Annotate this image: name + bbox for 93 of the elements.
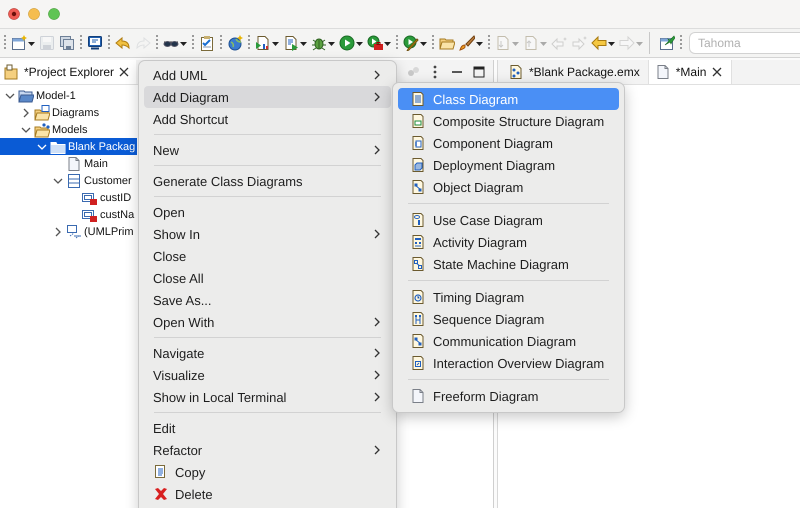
caret-icon[interactable] [476, 41, 483, 47]
caret-icon[interactable] [384, 41, 391, 47]
close-icon[interactable] [711, 66, 724, 78]
folder-icon [34, 122, 50, 138]
menu-item[interactable]: Save As... [144, 289, 391, 311]
diagram-icon [410, 256, 426, 272]
menu-item[interactable]: Add Diagram [144, 86, 391, 108]
menu-item[interactable]: Activity Diagram [398, 231, 619, 253]
tree-item[interactable]: Blank Packag [0, 138, 137, 155]
diagram-icon [410, 157, 426, 173]
diagram-icon [410, 113, 426, 129]
play-icon[interactable] [339, 35, 355, 51]
globe-icon[interactable] [227, 35, 243, 51]
menu-item[interactable]: Edit [144, 417, 391, 439]
caret-icon[interactable] [356, 41, 363, 47]
folder-icon [4, 64, 20, 80]
minimize-button[interactable] [28, 8, 40, 20]
delete-icon [153, 486, 169, 502]
caret-icon[interactable] [328, 41, 335, 47]
close-icon[interactable] [118, 66, 130, 78]
page-icon [654, 64, 671, 80]
menu-item[interactable]: Generate Class Diagrams [144, 170, 391, 192]
tree-item[interactable]: Model-1 [0, 87, 137, 104]
diagram-icon [410, 234, 426, 250]
menu-item[interactable]: New [144, 139, 391, 161]
diagram-icon [410, 289, 426, 305]
clipboard-icon[interactable] [199, 35, 215, 51]
folder-icon [34, 104, 50, 120]
menu-item[interactable]: State Machine Diagram [398, 253, 619, 275]
menu-item[interactable]: Sequence Diagram [398, 308, 619, 330]
menu-item[interactable]: Open [144, 201, 391, 223]
menu-item[interactable]: Visualize [144, 364, 391, 386]
monitor-icon[interactable] [87, 35, 103, 51]
chart-icon[interactable] [255, 35, 271, 51]
diagram-icon [410, 333, 426, 349]
maximize-icon[interactable] [471, 64, 487, 80]
tree-item[interactable]: custID [0, 189, 137, 206]
tree-item[interactable]: Main [0, 155, 137, 172]
menu-item[interactable]: Close [144, 245, 391, 267]
arrow-icon[interactable] [115, 35, 131, 51]
tree-item[interactable]: (UMLPrim [0, 223, 137, 240]
menu-item[interactable]: Close All [144, 267, 391, 289]
menu-item[interactable]: Delete [144, 483, 391, 505]
diagram-icon [410, 91, 426, 107]
menu-item[interactable]: Object Diagram [398, 176, 619, 198]
caret-icon[interactable] [420, 41, 427, 47]
tree-item[interactable]: Customer [0, 172, 137, 189]
diagram-icon [410, 179, 426, 195]
caret-icon[interactable] [272, 41, 279, 47]
tree-item[interactable]: Diagrams [0, 104, 137, 121]
tree-item[interactable]: Models [0, 121, 137, 138]
caret-icon[interactable] [180, 41, 187, 47]
page-icon [66, 156, 82, 172]
diagram-icon [410, 135, 426, 151]
window-icon[interactable] [659, 35, 675, 51]
menu-item[interactable]: Interaction Overview Diagram [398, 352, 619, 374]
menu-item[interactable]: Component Diagram [398, 132, 619, 154]
menu-item[interactable]: Add UML [144, 64, 391, 86]
menu-item[interactable]: Refactor [144, 439, 391, 461]
menu-item[interactable]: Communication Diagram [398, 330, 619, 352]
floppies-icon[interactable] [59, 35, 75, 51]
diagram-icon [410, 311, 426, 327]
window-icon[interactable] [11, 35, 27, 51]
menu-item[interactable]: Show In [144, 223, 391, 245]
play-icon[interactable] [403, 35, 419, 51]
folder-icon [18, 88, 34, 104]
menu-item[interactable]: Show in Local Terminal [144, 386, 391, 408]
page-icon [410, 388, 426, 404]
document-icon[interactable] [283, 35, 299, 51]
menu-item[interactable]: Freeform Diagram [398, 385, 619, 407]
caret-icon[interactable] [300, 41, 307, 47]
menu-item[interactable]: Navigate [144, 342, 391, 364]
diagram-icon [410, 355, 426, 371]
menu-item[interactable]: Open With [144, 311, 391, 333]
brush-icon[interactable] [459, 35, 475, 51]
menu-item[interactable]: Timing Diagram [398, 286, 619, 308]
menu-item[interactable]: Add Shortcut [144, 108, 391, 130]
play-icon[interactable] [367, 35, 383, 51]
menu-item[interactable]: Composite Structure Diagram [398, 110, 619, 132]
editor-tab[interactable]: *Main [648, 60, 732, 84]
diagram-icon [410, 212, 426, 228]
tree-item[interactable]: custNa [0, 206, 137, 223]
zoom-button[interactable] [48, 8, 60, 20]
font-field[interactable]: Tahoma [689, 32, 800, 54]
class-icon [66, 172, 82, 188]
caret-icon[interactable] [28, 41, 35, 47]
caret-icon[interactable] [608, 41, 615, 47]
model-icon [508, 64, 524, 80]
view-tab[interactable]: *Project Explorer [0, 60, 136, 84]
menu-item[interactable]: Use Case Diagram [398, 209, 619, 231]
close-button[interactable] [8, 8, 20, 20]
menu-item[interactable]: Deployment Diagram [398, 154, 619, 176]
menu-item[interactable]: Copy [144, 461, 391, 483]
